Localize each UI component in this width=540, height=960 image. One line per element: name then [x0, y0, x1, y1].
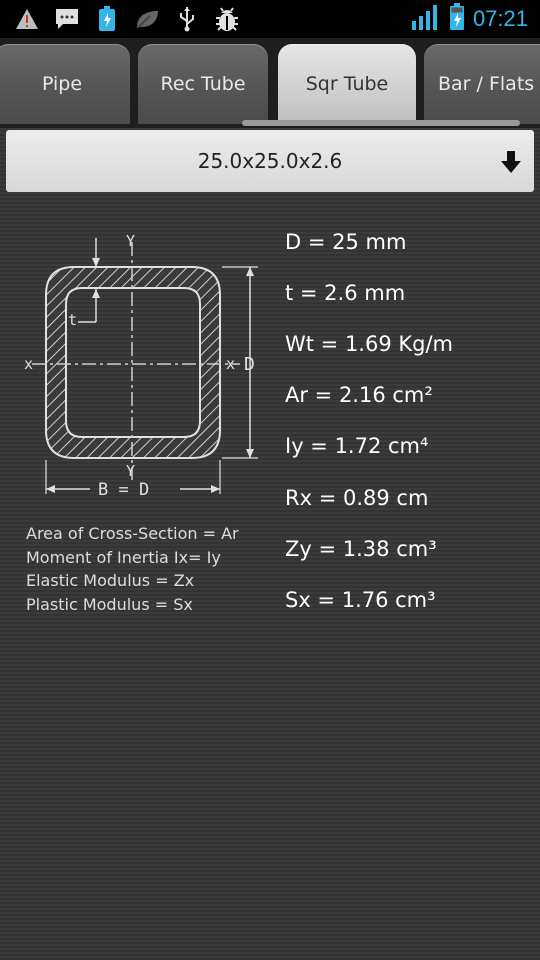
result-area: Ar = 2.16 cm²	[285, 383, 433, 408]
clock: 07:21	[472, 6, 528, 31]
debug-icon	[214, 6, 240, 32]
warning-icon	[14, 6, 40, 32]
battery-app-icon	[94, 6, 120, 32]
arrow-down-icon	[500, 150, 522, 174]
axis-x-right-label: x	[226, 355, 235, 373]
legend-area: Area of Cross-Section = Ar	[26, 524, 239, 543]
signal-icon	[411, 3, 441, 35]
axis-x-left-label: x	[24, 355, 33, 373]
result-weight: Wt = 1.69 Kg/m	[285, 331, 454, 356]
size-selector-value: 25.0x25.0x2.6	[197, 149, 343, 173]
thickness-label: t	[68, 311, 77, 329]
legend-elastic-modulus: Elastic Modulus = Zx	[26, 571, 195, 590]
result-inertia: Iy = 1.72 cm⁴	[285, 434, 429, 459]
tab-scroll-indicator	[242, 120, 520, 126]
result-thickness: t = 2.6 mm	[285, 280, 406, 305]
axis-y-bottom-label: Y	[126, 462, 135, 480]
symbol-legend: Area of Cross-Section = Ar Moment of Ine…	[26, 522, 239, 616]
tab-pipe[interactable]: Pipe	[0, 44, 130, 124]
legend-plastic-modulus: Plastic Modulus = Sx	[26, 594, 193, 614]
tab-sqr-tube[interactable]: Sqr Tube	[278, 44, 416, 124]
depth-label: D	[244, 354, 255, 375]
results-list: D = 25 mm t = 2.6 mm Wt = 1.69 Kg/m Ar =…	[285, 216, 453, 626]
leaf-icon	[134, 6, 160, 32]
result-radius-gyration: Rx = 0.89 cm	[285, 485, 429, 510]
result-depth: D = 25 mm	[285, 229, 407, 254]
tab-bar: Pipe Rec Tube Sqr Tube Bar / Flats	[0, 38, 540, 128]
message-icon	[54, 6, 80, 32]
size-selector[interactable]: 25.0x25.0x2.6	[6, 130, 534, 192]
breadth-label: B = D	[98, 480, 149, 500]
tab-bar-flats[interactable]: Bar / Flats	[424, 44, 540, 124]
axis-y-top-label: Y	[126, 232, 135, 250]
result-elastic-modulus: Zy = 1.38 cm³	[285, 536, 437, 561]
square-tube-diagram: Y Y x x t D B = D	[20, 230, 270, 505]
status-bar: 07:21	[0, 0, 540, 38]
usb-icon	[174, 6, 200, 32]
battery-icon	[449, 3, 465, 35]
tab-rec-tube[interactable]: Rec Tube	[138, 44, 268, 124]
result-plastic-modulus: Sx = 1.76 cm³	[285, 587, 436, 612]
legend-inertia: Moment of Inertia Ix= Iy	[26, 547, 221, 567]
